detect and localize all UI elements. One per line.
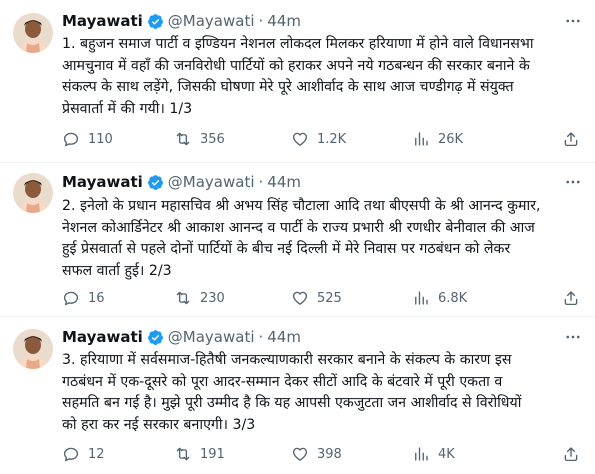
reply-icon: [63, 291, 79, 306]
tweet-text: 3. हरियाणा में सर्वसमाज-हितैषी जनकल्याणक…: [62, 350, 587, 436]
like-icon: [292, 291, 308, 305]
views-button[interactable]: 26K: [412, 129, 463, 149]
retweet-count: 356: [200, 131, 225, 147]
reply-count: 12: [88, 446, 105, 462]
tweet-2[interactable]: Mayawati @Mayawati · 44m 2. इनेलो के प्र…: [0, 163, 595, 316]
reply-button[interactable]: 12: [62, 444, 105, 464]
avatar[interactable]: [13, 173, 53, 213]
retweet-count: 191: [200, 446, 225, 462]
tweet-3[interactable]: Mayawati @Mayawati · 44m 3. हरियाणा में …: [0, 317, 595, 474]
like-count: 1.2K: [317, 131, 347, 147]
tweet-header: Mayawati @Mayawati · 44m: [62, 11, 301, 31]
tweet-text-line: आमचुनाव में वहाँ की जनविरोधी पार्टियों क…: [62, 57, 530, 74]
display-name[interactable]: Mayawati: [62, 12, 143, 30]
retweet-button[interactable]: 356: [174, 129, 225, 149]
views-button[interactable]: 4K: [412, 444, 455, 464]
views-count: 6.8K: [438, 290, 468, 306]
tweet-text: 1. बहुजन समाज पार्टी व इण्डियन नेशनल लोक…: [62, 34, 587, 120]
tweet-text-line: 3. हरियाणा में सर्वसमाज-हितैषी जनकल्याणक…: [62, 352, 512, 368]
like-icon: [292, 447, 308, 461]
tweet-text-line: 1. बहुजन समाज पार्टी व इण्डियन नेशनल लोक…: [62, 36, 534, 52]
verified-badge-icon: [147, 174, 163, 190]
verified-badge-icon: [147, 329, 163, 345]
retweet-button[interactable]: 230: [174, 288, 225, 308]
display-name[interactable]: Mayawati: [62, 328, 143, 346]
more-icon[interactable]: [561, 11, 585, 31]
like-count: 398: [317, 446, 342, 462]
separator-dot: ·: [258, 328, 264, 346]
handle[interactable]: @Mayawati: [168, 173, 255, 191]
more-icon[interactable]: [561, 172, 585, 192]
avatar[interactable]: [13, 13, 53, 53]
share-button[interactable]: [562, 129, 588, 149]
tweet-text-line: सहमति बन गई है। मुझे पूरी उम्मीद है कि य…: [62, 395, 522, 412]
handle[interactable]: @Mayawati: [168, 12, 255, 30]
retweet-button[interactable]: 191: [174, 444, 225, 464]
timestamp[interactable]: 44m: [267, 12, 301, 30]
retweet-icon: [176, 447, 190, 461]
views-count: 26K: [438, 131, 464, 147]
like-button[interactable]: 1.2K: [291, 129, 346, 149]
reply-count: 110: [88, 131, 113, 147]
like-button[interactable]: 398: [291, 444, 342, 464]
views-icon: [415, 291, 428, 305]
retweet-count: 230: [200, 290, 225, 306]
views-button[interactable]: 6.8K: [412, 288, 467, 308]
reply-icon: [63, 132, 79, 147]
tweet-text-line: प्रेसवार्ता में की गयी। 1/3: [62, 100, 193, 117]
tweet-text-line: गठबंधन में एक-दूसरे को पूरा आदर-सम्मान द…: [62, 373, 503, 390]
like-button[interactable]: 525: [291, 288, 342, 308]
reply-icon: [63, 447, 79, 462]
tweet-text: 2. इनेलो के प्रधान महासचिव श्री अभय सिंह…: [62, 196, 587, 282]
retweet-icon: [176, 291, 190, 305]
timestamp[interactable]: 44m: [267, 173, 301, 191]
more-icon[interactable]: [561, 327, 585, 347]
tweet-1[interactable]: Mayawati @Mayawati · 44m 1. बहुजन समाज प…: [0, 0, 595, 162]
share-icon: [564, 447, 578, 462]
tweet-text-line: संकल्प के साथ लड़ेंगे, जिसकी घोषणा मेरे …: [62, 79, 514, 96]
handle[interactable]: @Mayawati: [168, 328, 255, 346]
display-name[interactable]: Mayawati: [62, 173, 143, 191]
reply-count: 16: [88, 290, 105, 306]
tweet-text-line: सफल वार्ता हुई। 2/3: [62, 262, 172, 279]
tweet-text-line: को हरा कर नई सरकार बनाएगी। 3/3: [62, 416, 256, 433]
share-button[interactable]: [562, 444, 588, 464]
timestamp[interactable]: 44m: [267, 328, 301, 346]
separator-dot: ·: [258, 12, 264, 30]
share-button[interactable]: [562, 288, 588, 308]
reply-button[interactable]: 16: [62, 288, 105, 308]
reply-button[interactable]: 110: [62, 129, 113, 149]
views-count: 4K: [438, 446, 455, 462]
tweet-text-line: नेशनल कोआर्डिनेटर श्री आकाश आनन्द व पार्…: [62, 219, 535, 236]
avatar[interactable]: [13, 329, 53, 369]
separator-dot: ·: [258, 173, 264, 191]
views-icon: [415, 132, 428, 146]
share-icon: [564, 291, 578, 306]
action-bar: 110 356 1.2K 26K: [62, 129, 582, 149]
like-icon: [292, 132, 308, 146]
share-icon: [564, 132, 578, 147]
tweet-header: Mayawati @Mayawati · 44m: [62, 327, 301, 347]
views-icon: [415, 447, 428, 461]
retweet-icon: [176, 132, 190, 146]
action-bar: 12 191 398 4K: [62, 444, 582, 464]
verified-badge-icon: [147, 13, 163, 29]
action-bar: 16 230 525 6.8K: [62, 288, 582, 308]
tweet-header: Mayawati @Mayawati · 44m: [62, 172, 301, 192]
tweet-text-line: 2. इनेलो के प्रधान महासचिव श्री अभय सिंह…: [62, 198, 541, 214]
tweet-text-line: हुई प्रेसवार्ता से पहले दोनों पार्टियों …: [62, 241, 511, 258]
like-count: 525: [317, 290, 342, 306]
